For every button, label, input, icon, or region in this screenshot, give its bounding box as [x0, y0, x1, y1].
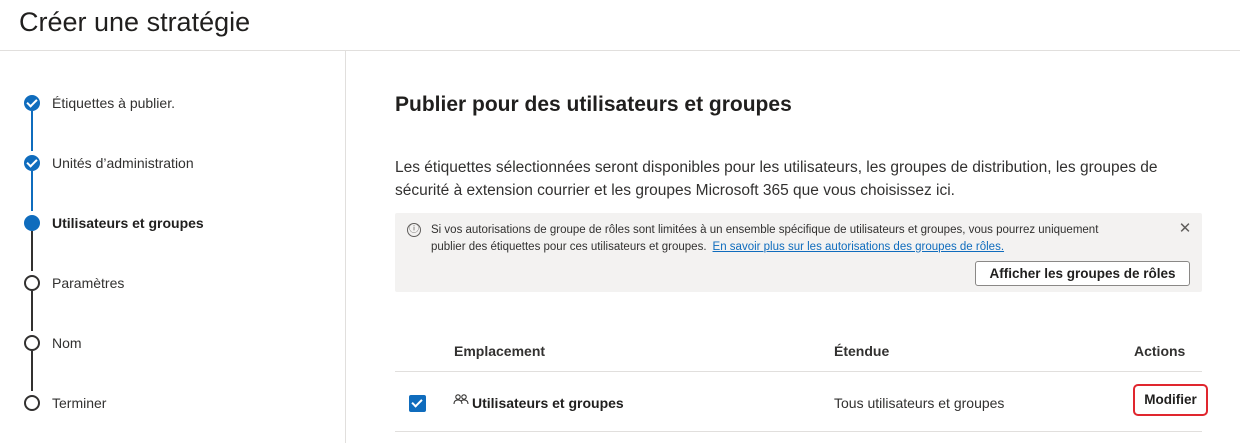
- role-permissions-link[interactable]: En savoir plus sur les autorisations des…: [713, 241, 1005, 253]
- step-connector: [31, 111, 33, 151]
- step-label: Paramètres: [52, 275, 125, 291]
- page-title: Créer une stratégie: [19, 7, 251, 37]
- row-location-name: Utilisateurs et groupes: [472, 395, 624, 411]
- column-header-location[interactable]: Emplacement: [454, 343, 545, 359]
- page-header: Créer une stratégie: [0, 0, 1240, 51]
- step-current-icon: [24, 215, 40, 231]
- step-admin-units[interactable]: Unités d’administration: [24, 153, 194, 173]
- step-pending-icon: [24, 335, 40, 351]
- info-icon: ⓘ: [407, 223, 421, 237]
- column-header-actions: Actions: [1134, 343, 1186, 359]
- row-scope: Tous utilisateurs et groupes: [834, 395, 1005, 411]
- step-complete-icon: [24, 95, 40, 111]
- step-finish[interactable]: Terminer: [24, 393, 106, 413]
- step-connector: [31, 291, 33, 331]
- step-label: Nom: [52, 335, 82, 351]
- step-complete-icon: [24, 155, 40, 171]
- step-connector: [31, 351, 33, 391]
- table-row: Utilisateurs et groupes Tous utilisateur…: [395, 373, 1208, 432]
- show-role-groups-button[interactable]: Afficher les groupes de rôles: [975, 261, 1190, 286]
- info-message-bar: ⓘ Si vos autorisations de groupe de rôle…: [395, 213, 1202, 292]
- users-icon: [453, 394, 469, 405]
- step-connector: [31, 231, 33, 271]
- column-header-scope[interactable]: Étendue: [834, 343, 889, 359]
- wizard-steps: Étiquettes à publier. Unités d’administr…: [0, 51, 346, 443]
- close-icon[interactable]: ✕: [1178, 221, 1192, 236]
- step-label: Terminer: [52, 395, 107, 411]
- step-label: Unités d’administration: [52, 155, 194, 171]
- section-description: Les étiquettes sélectionnées seront disp…: [395, 159, 1158, 199]
- step-label: Utilisateurs et groupes: [52, 215, 204, 231]
- step-pending-icon: [24, 275, 40, 291]
- section-title: Publier pour des utilisateurs et groupes: [395, 93, 792, 116]
- step-name[interactable]: Nom: [24, 333, 82, 353]
- main-content: Publier pour des utilisateurs et groupes…: [395, 51, 1208, 443]
- step-label: Étiquettes à publier.: [52, 95, 175, 111]
- row-checkbox[interactable]: [409, 395, 426, 412]
- modify-button[interactable]: Modifier: [1133, 384, 1208, 416]
- info-message: Si vos autorisations de groupe de rôles …: [431, 222, 1131, 255]
- step-pending-icon: [24, 395, 40, 411]
- step-settings[interactable]: Paramètres: [24, 273, 124, 293]
- table-header: Emplacement Étendue Actions: [395, 334, 1202, 372]
- step-connector: [31, 171, 33, 211]
- step-labels-to-publish[interactable]: Étiquettes à publier.: [24, 93, 175, 113]
- step-users-groups[interactable]: Utilisateurs et groupes: [24, 213, 204, 233]
